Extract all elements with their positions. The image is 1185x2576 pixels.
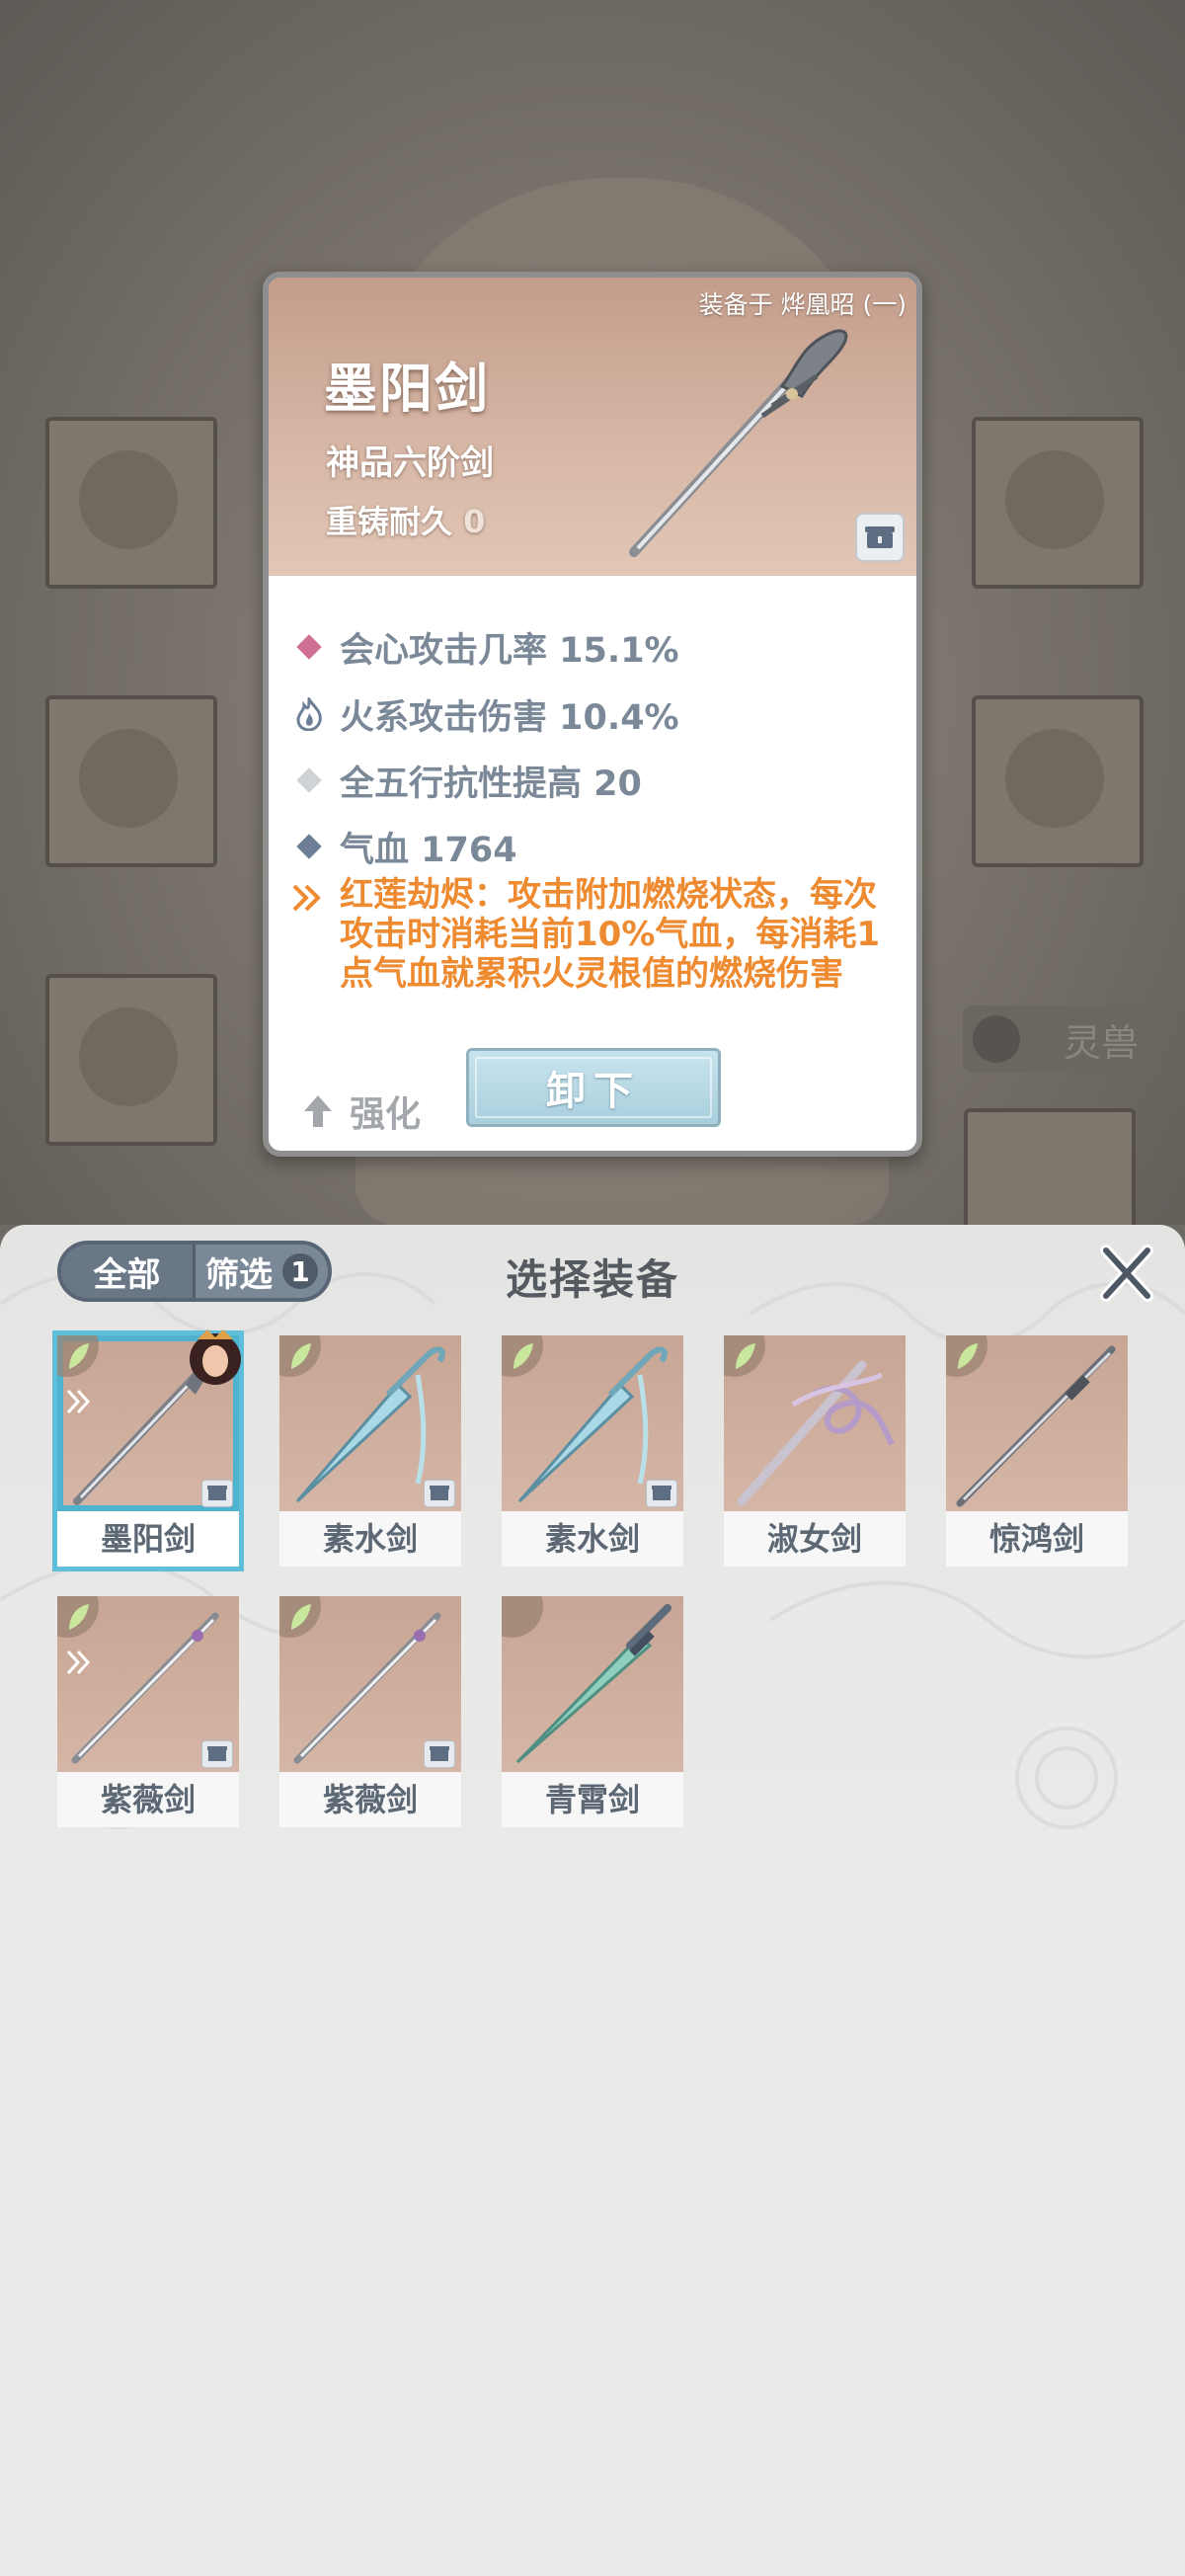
grey-diamond-icon [296,767,322,793]
lock-icon [424,1740,455,1768]
card-header: 装备于 烨凰昭 (一) 墨阳剑 神品六阶剑 重铸耐久 0 [269,278,916,576]
close-icon[interactable] [1100,1245,1153,1302]
leaf-icon [514,1343,533,1369]
unequip-button[interactable]: 卸下 [466,1048,721,1127]
arrow-up-icon [304,1095,332,1127]
equipped-on-label: 装备于 烨凰昭 (一) [698,290,907,319]
lock-icon [424,1480,455,1507]
spirit-beast-button: 灵兽 [963,1006,1160,1073]
bg-equip-slot-gourd [972,695,1144,867]
bg-equip-slot-weapon [45,417,217,589]
item-name: 墨阳剑 [324,358,490,420]
equipment-thumbnail [502,1596,683,1772]
bg-equip-slot-armor [45,695,217,867]
recast-durability: 重铸耐久 0 [326,497,485,542]
skill-description: 红莲劫烬：攻击附加燃烧状态，每次攻击时消耗当前10%气血，每消耗1点气血就累积火… [340,875,881,994]
equipment-slot-sushui-1[interactable]: 素水剑 [279,1335,461,1567]
stat-text: 全五行抗性提高 20 [340,764,642,804]
leaf-icon [69,1343,89,1369]
stat-text: 火系攻击伤害 10.4% [340,697,679,738]
strengthen-label: 强化 [350,1094,422,1135]
spirit-beast-icon [973,1015,1020,1063]
skill-mark-icon [66,1389,91,1414]
fire-icon [296,697,322,731]
equipment-slot-qingxiao[interactable]: 青霄剑 [502,1596,683,1827]
lock-icon [201,1480,233,1507]
bg-equip-slot-accessory [972,417,1144,589]
equipment-slot-shunv[interactable]: 淑女剑 [724,1335,906,1567]
strengthen-button[interactable]: 强化 [302,1086,421,1137]
pink-diamond-icon [296,634,322,660]
equipment-name: 淑女剑 [724,1511,906,1567]
leaf-icon [291,1604,311,1630]
leaf-icon [69,1604,89,1630]
equipment-name: 素水剑 [502,1511,683,1567]
equipment-slot-moyang[interactable]: 墨阳剑 [52,1329,244,1571]
equipment-slot-sushui-2[interactable]: 素水剑 [502,1335,683,1567]
equipment-slot-ziwei-2[interactable]: 紫薇剑 [279,1596,461,1827]
bg-spirit-beast-slot [964,1108,1136,1235]
equipment-slot-ziwei-1[interactable]: 紫薇剑 [57,1596,239,1827]
stat-text: 气血 1764 [340,830,517,870]
sword-icon [515,1604,672,1764]
equipment-name: 紫薇剑 [279,1772,461,1827]
checkmark-icon [194,1517,235,1553]
recast-label: 重铸耐久 [326,503,453,540]
equipment-name: 青霄剑 [502,1772,683,1827]
item-grade: 神品六阶剑 [326,443,494,483]
lock-icon[interactable] [855,513,905,562]
skill-flame-icon [292,884,321,912]
bg-equip-slot-boots [45,974,217,1146]
equipment-name: 素水剑 [279,1511,461,1567]
stat-row-hp: 气血 1764 [292,825,517,870]
equipment-detail-card: 装备于 烨凰昭 (一) 墨阳剑 神品六阶剑 重铸耐久 0 会心攻击几率 15.1… [263,272,922,1157]
spirit-beast-label: 灵兽 [1063,1020,1139,1065]
stat-row-crit: 会心攻击几率 15.1% [292,625,679,671]
stat-text: 会心攻击几率 15.1% [340,630,679,671]
skill-mark-icon [66,1650,91,1675]
leaf-icon [291,1343,311,1369]
stat-row-resist: 全五行抗性提高 20 [292,759,642,804]
equipment-name: 紫薇剑 [57,1772,239,1827]
character-avatar-icon [190,1329,241,1385]
leaf-icon [958,1343,978,1369]
lock-icon [646,1480,677,1507]
leaf-icon [736,1343,755,1369]
sword-illustration [629,329,848,557]
lock-icon [201,1740,233,1768]
blue-diamond-icon [296,834,322,859]
equipment-name: 惊鸿剑 [946,1511,1128,1567]
equipment-slot-jinghong[interactable]: 惊鸿剑 [946,1335,1128,1567]
select-equipment-panel: 全部 筛选 1 选择装备 墨阳剑 素水剑 素水剑 淑女剑 惊鸿剑 紫薇剑 紫薇剑… [0,1225,1185,2576]
stat-row-fire: 火系攻击伤害 10.4% [292,692,679,738]
recast-value: 0 [463,503,486,540]
panel-title: 选择装备 [505,1255,679,1304]
